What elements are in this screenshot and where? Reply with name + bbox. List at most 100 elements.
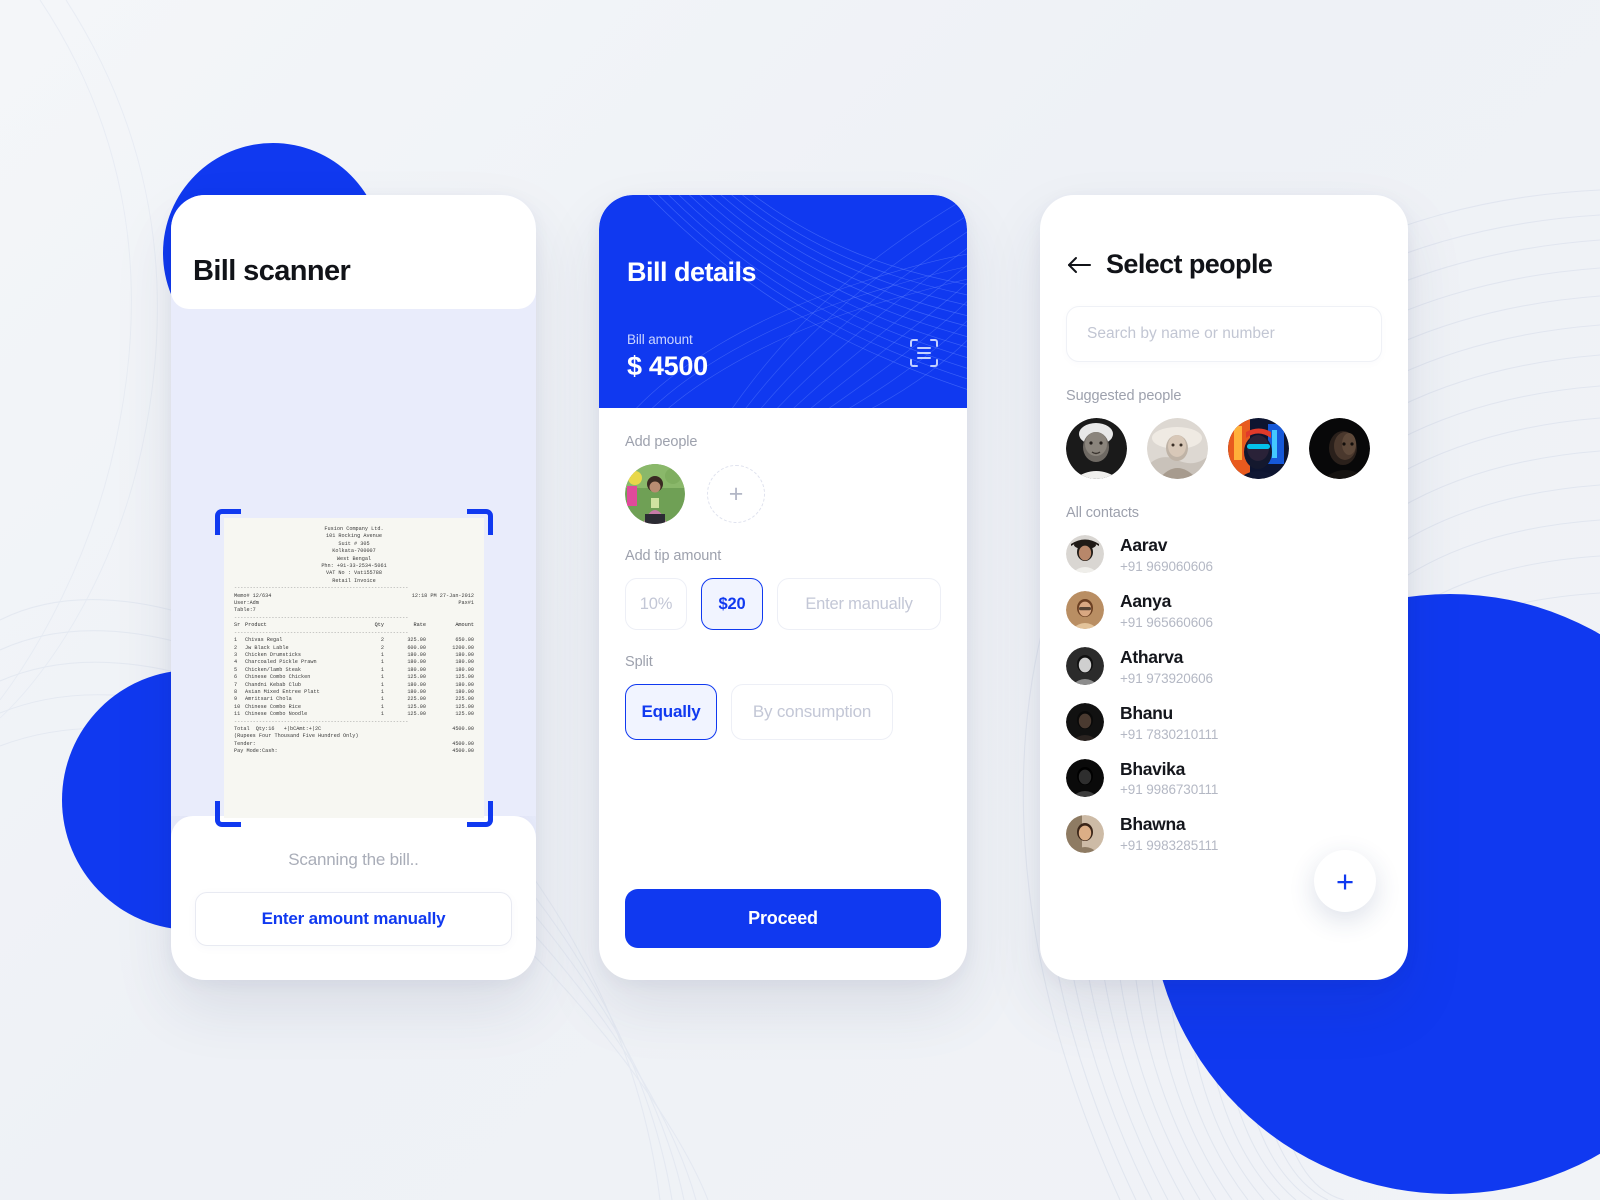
proceed-button[interactable]: Proceed: [625, 889, 941, 948]
receipt-item-qty: 1: [380, 688, 384, 695]
contact-name: Atharva: [1120, 646, 1184, 667]
receipt-user-row: User:Adm Pax#1: [234, 600, 474, 607]
contact-info: Bhanu +91 7830210111: [1120, 703, 1218, 742]
receipt-item-product: Asian Mixed Entree Platt: [245, 688, 320, 695]
contact-phone: +91 9986730111: [1120, 782, 1219, 798]
receipt-item-sr: 2: [234, 644, 238, 651]
suggested-avatar[interactable]: [1228, 418, 1289, 479]
receipt-col-sr: Sr: [234, 622, 241, 629]
contact-row[interactable]: Bhavika +91 9986730111: [1066, 758, 1382, 798]
phone-screen-bill-scanner: Bill scanner Fusion Company Ltd. 101 Roc…: [171, 195, 536, 980]
receipt-item-qty: 1: [380, 696, 384, 703]
add-people-row: +: [625, 464, 941, 524]
receipt-item-rate: 225.00: [407, 696, 426, 703]
receipt-memo: Memo# 12/634: [234, 592, 272, 599]
contact-row[interactable]: Aanya +91 965660606: [1066, 591, 1382, 630]
receipt-item-qty: 2: [380, 637, 384, 644]
select-people-header: Select people: [1066, 249, 1382, 280]
receipt-item-qty: 2: [380, 644, 384, 651]
enter-amount-manually-button[interactable]: Enter amount manually: [195, 892, 512, 946]
receipt-item-row: 7 Chandni Kebab Club 1 180.00 180.00: [234, 682, 474, 689]
scanner-viewfinder: Fusion Company Ltd. 101 Rocking Avenue S…: [171, 309, 536, 827]
receipt-table-header: Sr Product Qty Rate Amount: [234, 622, 474, 629]
avatar-image: [1066, 535, 1104, 574]
avatar-image: [1309, 418, 1370, 479]
avatar-image: [1066, 703, 1104, 742]
split-option-equally[interactable]: Equally: [625, 684, 717, 740]
receipt-divider-2: ----------------------------------------…: [234, 614, 409, 621]
avatar: [1066, 647, 1104, 686]
bill-details-header: Bill details Bill amount $ 4500: [599, 195, 967, 408]
contact-phone: +91 969060606: [1120, 558, 1213, 574]
contact-info: Aanya +91 965660606: [1120, 591, 1213, 630]
receipt-divider-3: ----------------------------------------…: [234, 629, 409, 636]
arrow-left-icon[interactable]: [1066, 255, 1092, 275]
add-contact-fab[interactable]: +: [1314, 850, 1376, 912]
phone-screen-bill-details: Bill details Bill amount $ 4500 Add peop…: [599, 195, 967, 980]
receipt-memo-row: Memo# 12/634 12:18 PM 27-Jan-2012: [234, 593, 474, 600]
avatar[interactable]: [625, 464, 685, 524]
avatar: [1066, 535, 1104, 574]
avatar-image: [1066, 591, 1104, 630]
receipt-item-row: 4 Charcoaled Pickle Prawn 1 180.00 180.00: [234, 659, 474, 666]
receipt-item-product: Jw Black Lable: [245, 644, 289, 651]
receipt-item-product: Chinese Combo Rice: [245, 703, 302, 710]
receipt-item-row: 2 Jw Black Lable 2 600.00 1200.00: [234, 645, 474, 652]
contact-phone: +91 965660606: [1120, 614, 1213, 630]
tip-option-amount[interactable]: $20: [701, 578, 763, 630]
tip-option-percent[interactable]: 10%: [625, 578, 687, 630]
receipt-item-rate: 600.00: [407, 644, 426, 651]
page-title: Select people: [1106, 249, 1273, 279]
add-person-button[interactable]: +: [707, 465, 765, 523]
bill-details-footer: Proceed: [599, 889, 967, 980]
receipt-item-product: Chivas Regal: [245, 637, 283, 644]
receipt-divider-4: ----------------------------------------…: [234, 718, 409, 725]
avatar-image: [1066, 647, 1104, 686]
suggested-avatar[interactable]: [1147, 418, 1208, 479]
receipt-item-rate: 180.00: [407, 651, 426, 658]
receipt-item-row: 8 Asian Mixed Entree Platt 1 180.00 180.00: [234, 689, 474, 696]
split-option-by-consumption[interactable]: By consumption: [731, 684, 893, 740]
bill-details-body: Add people + Add tip amount 10% $20 Ente…: [599, 408, 967, 889]
contact-phone: +91 973920606: [1120, 670, 1213, 686]
avatar: [1066, 591, 1104, 630]
avatar: [1066, 814, 1104, 853]
receipt-item-qty: 1: [380, 711, 384, 718]
receipt-total-amount: 4500.00: [452, 725, 474, 732]
receipt-image: Fusion Company Ltd. 101 Rocking Avenue S…: [224, 518, 484, 818]
receipt-doc-type: Retail Invoice: [332, 577, 376, 584]
tip-options-row: 10% $20 Enter manually: [625, 578, 941, 630]
receipt-amount-words: (Rupees Four Thousand Five Hundred Only): [234, 733, 359, 740]
document-scan-icon[interactable]: [907, 336, 941, 370]
page-title: Bill details: [627, 257, 757, 287]
receipt-item-amount: 1200.00: [452, 644, 474, 651]
receipt-item-amount: 180.00: [455, 651, 474, 658]
suggested-avatar[interactable]: [1066, 418, 1127, 479]
receipt-item-rate: 125.00: [407, 674, 426, 681]
contact-name: Aanya: [1120, 590, 1172, 611]
bill-amount-block: Bill amount $ 4500: [627, 332, 708, 382]
receipt-item-product: Chicken/lamb Steak: [245, 666, 302, 673]
receipt-item-amount: 180.00: [455, 666, 474, 673]
avatar-image: [1066, 814, 1104, 853]
receipt-item-qty: 1: [380, 703, 384, 710]
contact-name: Bhavika: [1120, 758, 1186, 779]
search-input[interactable]: [1066, 306, 1382, 362]
bill-amount-value: $ 4500: [627, 351, 708, 381]
receipt-item-sr: 7: [234, 681, 238, 688]
contact-row[interactable]: Bhanu +91 7830210111: [1066, 703, 1382, 742]
contact-row[interactable]: Aarav +91 969060606: [1066, 535, 1382, 574]
receipt-item-amount: 180.00: [455, 688, 474, 695]
suggested-avatar[interactable]: [1309, 418, 1370, 479]
avatar-image: [625, 464, 685, 524]
tip-option-manual[interactable]: Enter manually: [777, 578, 941, 630]
receipt-item-rate: 180.00: [407, 681, 426, 688]
split-options-row: Equally By consumption: [625, 684, 941, 740]
receipt-item-amount: 225.00: [455, 696, 474, 703]
contact-name: Aarav: [1120, 535, 1168, 555]
receipt-col-amount: Amount: [455, 622, 474, 629]
contact-row[interactable]: Bhawna +91 9983285111: [1066, 814, 1382, 853]
receipt-item-sr: 6: [234, 674, 238, 681]
receipt-col-product: Product: [245, 622, 267, 629]
contact-row[interactable]: Atharva +91 973920606: [1066, 647, 1382, 686]
